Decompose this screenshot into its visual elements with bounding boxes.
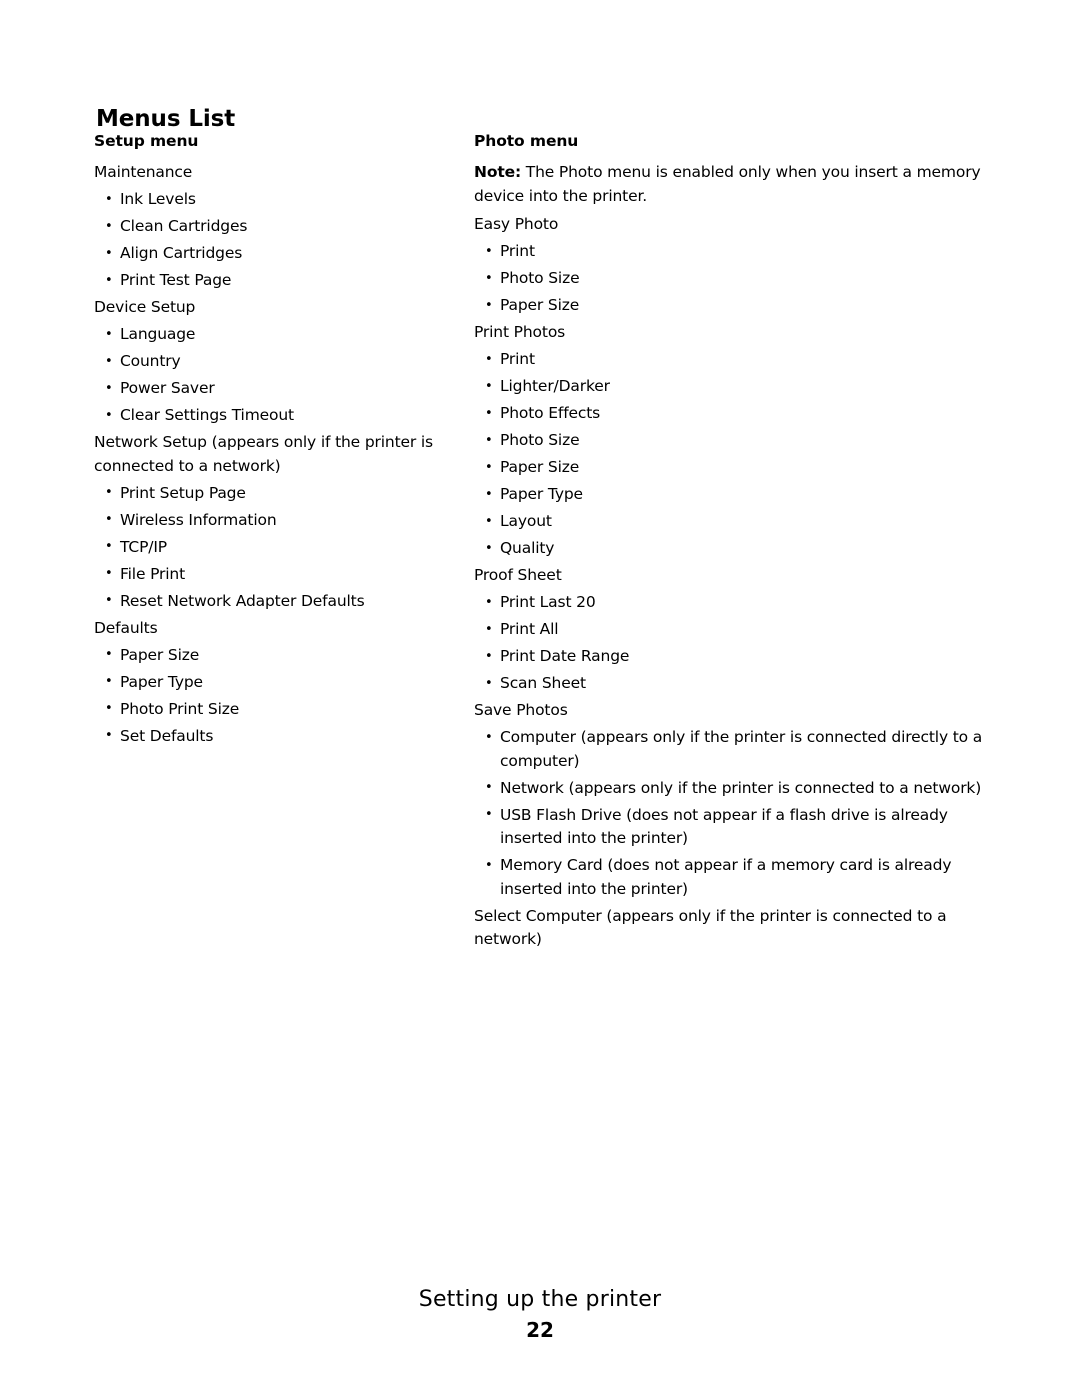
list-item[interactable]: Ink Levels	[94, 188, 444, 212]
list-item[interactable]: Paper Type	[94, 670, 444, 695]
setup-menu-column: Setup menu Maintenance Ink Levels Clean …	[94, 128, 444, 748]
note-label: Note:	[474, 163, 521, 181]
list-item[interactable]: Memory Card (does not appear if a memory…	[474, 854, 990, 901]
list-item[interactable]: Network (appears only if the printer is …	[474, 776, 990, 801]
list-item[interactable]: Lighter/Darker	[474, 375, 990, 399]
list-item[interactable]: Wireless Information	[94, 508, 444, 533]
menu-group-proof-sheet: Proof Sheet Print Last 20 Print All Prin…	[474, 564, 990, 696]
menu-group-network-setup: Network Setup (appears only if the print…	[94, 431, 444, 613]
list-item[interactable]: Paper Size	[474, 456, 990, 480]
photo-menu-heading: Photo menu	[474, 132, 579, 150]
photo-menu-column: Photo menu Note: The Photo menu is enabl…	[474, 128, 990, 952]
list-item[interactable]: Clean Cartridges	[94, 215, 444, 239]
menu-group-maintenance: Maintenance Ink Levels Clean Cartridges …	[94, 161, 444, 293]
list-item[interactable]: Print Date Range	[474, 645, 990, 669]
menu-group-title: Print Photos	[474, 323, 566, 341]
menu-item-list: Print Photo Size Paper Size	[474, 240, 990, 318]
menu-item-list: Language Country Power Saver Clear Setti…	[94, 323, 444, 428]
menu-group-title: Save Photos	[474, 701, 568, 719]
list-item[interactable]: Print All	[474, 618, 990, 642]
menu-group-title: Easy Photo	[474, 215, 559, 233]
menu-group-title: Proof Sheet	[474, 566, 562, 584]
list-item[interactable]: Country	[94, 350, 444, 374]
list-item[interactable]: Paper Size	[474, 294, 990, 318]
menu-group-title: Network Setup (appears only if the print…	[94, 433, 433, 475]
menu-group-easy-photo: Easy Photo Print Photo Size Paper Size	[474, 213, 990, 318]
footer-section-title: Setting up the printer	[418, 1287, 662, 1312]
list-item[interactable]: Photo Size	[474, 267, 990, 291]
list-item[interactable]: Print	[474, 240, 990, 264]
list-item[interactable]: Set Defaults	[94, 724, 444, 749]
photo-menu-note: Note: The Photo menu is enabled only whe…	[474, 161, 990, 208]
page-footer: Setting up the printer 22	[0, 1286, 1080, 1343]
list-item[interactable]: Photo Size	[474, 429, 990, 453]
list-item[interactable]: Photo Print Size	[94, 697, 444, 722]
menu-group-title: Maintenance	[94, 163, 193, 181]
menu-item-list: Print Lighter/Darker Photo Effects Photo…	[474, 348, 990, 561]
list-item[interactable]: Language	[94, 323, 444, 347]
list-item[interactable]: Computer (appears only if the printer is…	[474, 726, 990, 773]
menu-item-list: Computer (appears only if the printer is…	[474, 726, 990, 901]
footer-page-number: 22	[526, 1318, 554, 1342]
setup-menu-heading: Setup menu	[94, 132, 199, 150]
list-item[interactable]: Photo Effects	[474, 402, 990, 426]
list-item[interactable]: TCP/IP	[94, 535, 444, 560]
menu-group-title: Device Setup	[94, 298, 196, 316]
menu-group-save-photos: Save Photos Computer (appears only if th…	[474, 699, 990, 901]
list-item[interactable]: USB Flash Drive (does not appear if a fl…	[474, 803, 990, 851]
list-item[interactable]: File Print	[94, 562, 444, 587]
list-item[interactable]: Align Cartridges	[94, 242, 444, 266]
menu-item-list: Print Setup Page Wireless Information TC…	[94, 481, 444, 614]
menu-group-print-photos: Print Photos Print Lighter/Darker Photo …	[474, 321, 990, 561]
list-item[interactable]: Layout	[474, 510, 990, 534]
list-item[interactable]: Reset Network Adapter Defaults	[94, 589, 444, 614]
menu-group-title: Defaults	[94, 618, 158, 637]
note-text: The Photo menu is enabled only when you …	[474, 163, 981, 205]
document-page: Menus List Setup menu Maintenance Ink Le…	[0, 0, 1080, 1397]
list-item[interactable]: Print Setup Page	[94, 481, 444, 506]
list-item[interactable]: Print Test Page	[94, 269, 444, 293]
menu-group-title: Select Computer (appears only if the pri…	[474, 906, 947, 949]
list-item[interactable]: Power Saver	[94, 377, 444, 401]
list-item[interactable]: Paper Type	[474, 483, 990, 507]
menu-item-list: Ink Levels Clean Cartridges Align Cartri…	[94, 188, 444, 293]
list-item[interactable]: Print Last 20	[474, 591, 990, 615]
menu-group-device-setup: Device Setup Language Country Power Save…	[94, 296, 444, 428]
list-item[interactable]: Quality	[474, 537, 990, 561]
list-item[interactable]: Scan Sheet	[474, 672, 990, 696]
menu-item-list: Paper Size Paper Type Photo Print Size S…	[94, 643, 444, 749]
menu-item-list: Print Last 20 Print All Print Date Range…	[474, 591, 990, 696]
list-item[interactable]: Print	[474, 348, 990, 372]
menu-group-defaults: Defaults Paper Size Paper Type Photo Pri…	[94, 617, 444, 749]
menu-group-select-computer: Select Computer (appears only if the pri…	[474, 905, 990, 952]
list-item[interactable]: Paper Size	[94, 643, 444, 668]
list-item[interactable]: Clear Settings Timeout	[94, 404, 444, 428]
